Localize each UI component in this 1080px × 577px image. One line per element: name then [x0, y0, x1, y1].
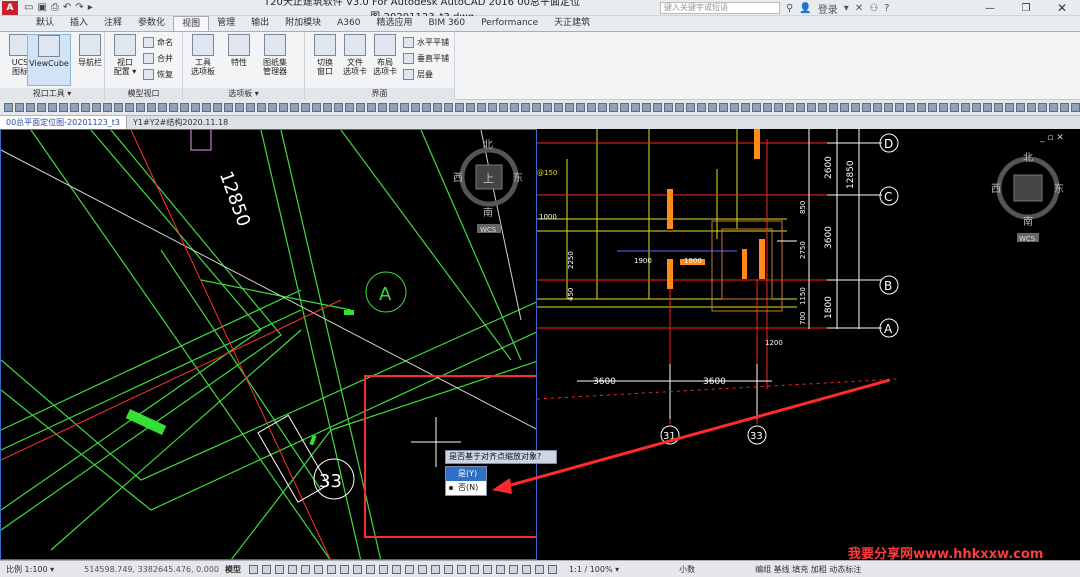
prompt-options-menu: 是(Y) 否(N)	[445, 466, 487, 496]
annotation-scale[interactable]: 1:1 / 100% ▾	[569, 565, 619, 574]
drafting-tools	[249, 564, 558, 574]
status-tool-icon[interactable]	[470, 564, 480, 574]
status-tool-icon[interactable]	[288, 564, 298, 574]
status-tool-icon[interactable]	[366, 564, 376, 574]
status-tool-icon[interactable]	[496, 564, 506, 574]
status-tool-icon[interactable]	[314, 564, 324, 574]
coordinates-readout: 514598.749, 3382645.476, 0.000	[84, 564, 220, 574]
status-tool-icon[interactable]	[509, 564, 519, 574]
status-tool-icon[interactable]	[327, 564, 337, 574]
option-no[interactable]: 否(N)	[446, 481, 486, 495]
status-tool-icon[interactable]	[301, 564, 311, 574]
status-tool-icon[interactable]	[379, 564, 389, 574]
status-tool-icon[interactable]	[249, 564, 259, 574]
status-tool-icon[interactable]	[353, 564, 363, 574]
status-tool-icon[interactable]	[275, 564, 285, 574]
annotation-arrow	[492, 378, 891, 494]
status-tool-icon[interactable]	[262, 564, 272, 574]
status-tool-icon[interactable]	[522, 564, 532, 574]
units-selector[interactable]: 小数	[679, 564, 695, 575]
command-prompt: 是否基于对齐点缩放对象?	[445, 450, 557, 464]
tangent-status-flags[interactable]: 编组 基线 填充 加粗 动态标注	[755, 564, 861, 575]
status-tool-icon[interactable]	[405, 564, 415, 574]
model-toggle[interactable]: 模型	[225, 564, 241, 575]
option-yes[interactable]: 是(Y)	[446, 467, 486, 481]
status-tool-icon[interactable]	[548, 564, 558, 574]
status-tool-icon[interactable]	[535, 564, 545, 574]
scale-selector[interactable]: 比例 1:100 ▾	[6, 564, 54, 575]
status-tool-icon[interactable]	[444, 564, 454, 574]
bullet-icon	[449, 486, 453, 490]
status-tool-icon[interactable]	[392, 564, 402, 574]
status-bar: 比例 1:100 ▾ 514598.749, 3382645.476, 0.00…	[0, 560, 1080, 577]
status-tool-icon[interactable]	[418, 564, 428, 574]
status-tool-icon[interactable]	[483, 564, 493, 574]
status-tool-icon[interactable]	[431, 564, 441, 574]
watermark: 我要分享网www.hhkxxw.com	[848, 547, 1044, 562]
status-tool-icon[interactable]	[340, 564, 350, 574]
status-tool-icon[interactable]	[457, 564, 467, 574]
